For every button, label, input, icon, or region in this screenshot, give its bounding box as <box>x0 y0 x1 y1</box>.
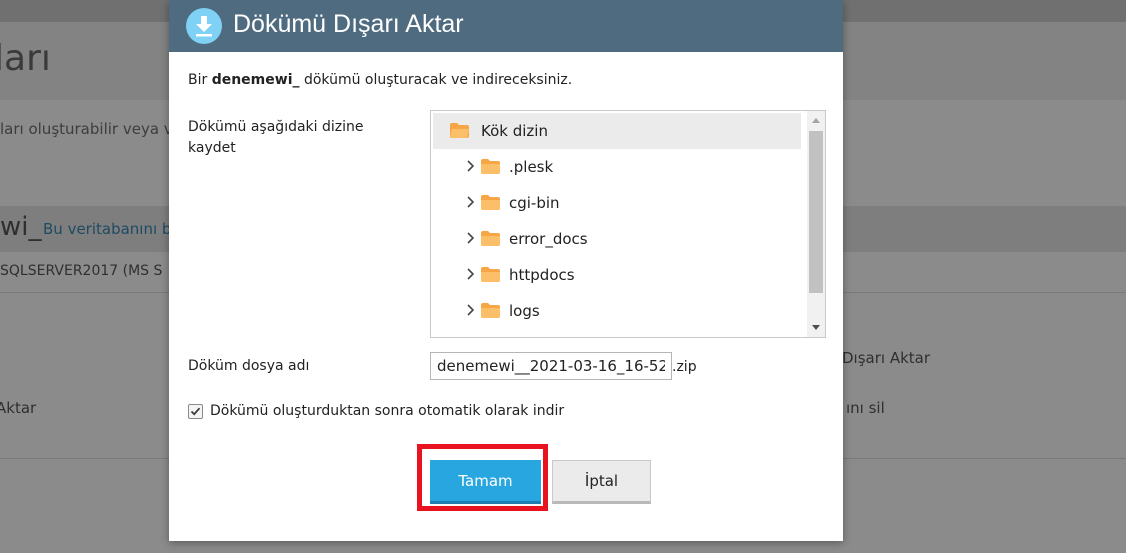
ok-button[interactable]: Tamam <box>430 460 541 504</box>
intro-suffix: dökümü oluşturacak ve indireceksiniz. <box>303 72 573 88</box>
intro-prefix: Bir <box>188 72 208 88</box>
dialog-header: Dökümü Dışarı Aktar <box>169 0 843 52</box>
scrollbar-thumb[interactable] <box>809 131 823 293</box>
folder-icon <box>481 231 500 246</box>
background-import-action: Aktar <box>0 399 37 417</box>
chevron-right-icon[interactable] <box>466 159 476 173</box>
background-server: SQLSERVER2017 (MS S <box>0 263 163 279</box>
background-db-name: wi_ <box>0 212 42 242</box>
tree-item-plesk[interactable]: .plesk <box>433 149 801 185</box>
tree-item-logs[interactable]: logs <box>433 293 801 329</box>
checkmark-icon <box>190 407 201 416</box>
folder-icon <box>481 303 500 318</box>
tree-item-label: cgi-bin <box>509 194 560 212</box>
intro-db-name: denemewi_ <box>211 72 300 88</box>
background-description: ları oluşturabilir veya v <box>0 120 173 138</box>
tree-scrollbar[interactable] <box>807 111 825 337</box>
filename-label: Döküm dosya adı <box>188 358 310 374</box>
filename-input[interactable] <box>430 352 672 380</box>
tree-item-label: Kök dizin <box>481 122 548 140</box>
folder-icon <box>481 195 500 210</box>
background-export-action: Dışarı Aktar <box>842 349 931 367</box>
chevron-right-icon[interactable] <box>466 195 476 209</box>
tree-item-label: logs <box>509 302 540 320</box>
tree-item-label: error_docs <box>509 230 588 248</box>
background-delete-action: ını sil <box>846 399 885 417</box>
filename-extension: .zip <box>672 359 697 375</box>
background-db-link: Bu veritabanını b <box>43 220 172 238</box>
tree-item-root[interactable]: Kök dizin <box>433 113 801 149</box>
tree-item-cgi-bin[interactable]: cgi-bin <box>433 185 801 221</box>
tree-item-label: .plesk <box>509 158 554 176</box>
scroll-down-arrow-icon[interactable] <box>807 319 825 335</box>
folder-icon <box>481 159 500 174</box>
chevron-right-icon[interactable] <box>466 267 476 281</box>
folder-open-icon <box>450 123 469 138</box>
tree-item-httpdocs[interactable]: httpdocs <box>433 257 801 293</box>
download-icon <box>186 8 222 44</box>
cancel-button[interactable]: İptal <box>552 460 651 504</box>
auto-download-label[interactable]: Dökümü oluşturduktan sonra otomatik olar… <box>210 403 564 419</box>
export-dump-dialog: Dökümü Dışarı Aktar Bir denemewi_ dökümü… <box>169 0 843 541</box>
auto-download-checkbox[interactable] <box>188 404 203 419</box>
chevron-right-icon[interactable] <box>466 231 476 245</box>
tree-item-error-docs[interactable]: error_docs <box>433 221 801 257</box>
dialog-title: Dökümü Dışarı Aktar <box>233 10 464 38</box>
directory-label: Dökümü aşağıdaki dizine kaydet <box>188 119 364 156</box>
background-page-title: ları <box>0 38 51 79</box>
scroll-up-arrow-icon[interactable] <box>807 113 825 129</box>
chevron-right-icon[interactable] <box>466 303 476 317</box>
folder-icon <box>481 267 500 282</box>
directory-tree[interactable]: Kök dizin .plesk cgi-bin error_docs http… <box>430 110 826 338</box>
tree-item-label: httpdocs <box>509 266 575 284</box>
dialog-intro: Bir denemewi_ dökümü oluşturacak ve indi… <box>188 72 572 88</box>
